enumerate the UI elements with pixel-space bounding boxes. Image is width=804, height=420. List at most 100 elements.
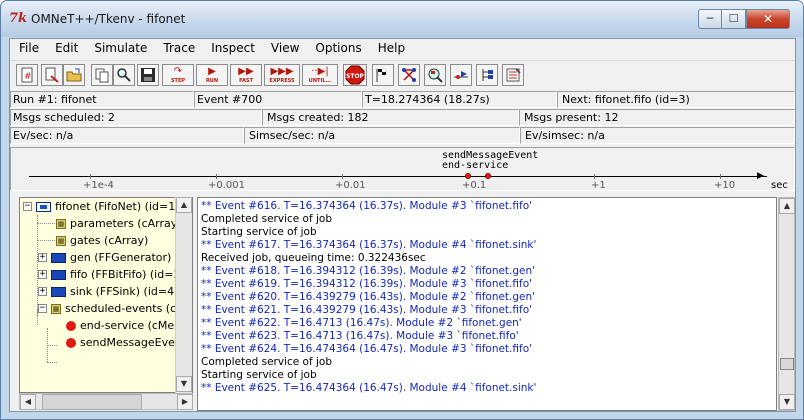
log-line: ** Event #616. T=16.374364 (16.37s). Mod… [201,200,533,212]
scroll-left-icon[interactable]: ◀ [20,394,36,410]
expand-toggle-icon[interactable]: + [38,287,47,296]
options-icon[interactable] [502,64,524,86]
array-icon: ▦ [51,303,61,314]
step-label: STEP [170,78,186,84]
find-icon[interactable] [113,64,135,86]
timeline[interactable]: sendMessageEvent end-service +1e-4 +0.00… [10,147,795,191]
tree-item-end-service[interactable]: end-service (cMessage) [66,317,192,334]
save-icon[interactable] [137,64,159,86]
array-icon: ▦ [56,235,66,246]
scroll-thumb[interactable] [42,394,142,410]
express-arrow-icon: ▶▶▶ [270,66,294,77]
tree-view-icon[interactable] [476,64,498,86]
open-folder-icon[interactable] [63,64,85,86]
collapse-toggle-icon[interactable]: − [38,304,47,313]
scroll-down-icon[interactable]: ▼ [779,394,795,410]
timeline-icon[interactable] [450,64,472,86]
tree-item-label: fifo (FFBitFifo) (id=3) [70,268,185,281]
window-title: OMNeT++/Tkenv - fifonet [31,12,186,26]
tree-item-fifonet[interactable]: − fifonet (FifoNet) (id=1) [23,198,180,215]
timeline-axis [29,176,767,177]
module-icon [51,286,66,297]
copy-icon[interactable] [91,64,113,86]
run-button[interactable]: ▶ RUN [196,64,228,86]
timeline-tick [90,174,91,179]
menu-help[interactable]: Help [370,39,413,58]
log-vertical-scrollbar[interactable]: ▲ ▼ [778,197,795,411]
menu-inspect[interactable]: Inspect [203,39,263,58]
object-tree-icon[interactable] [424,64,446,86]
timeline-tick-label: +0.1 [462,180,487,191]
menu-simulate[interactable]: Simulate [86,39,155,58]
events-per-simsec: Ev/simsec: n/a [520,127,795,144]
tree-item-label: fifonet (FifoNet) (id=1) [55,200,180,213]
tree-item-label: gates (cArray) [70,234,149,247]
timeline-event-label[interactable]: end-service [442,160,508,171]
tree-item-gen[interactable]: + gen (FFGenerator) [38,249,171,266]
menu-trace[interactable]: Trace [155,39,203,58]
network-inspect-icon[interactable] [398,64,420,86]
toolbar: # ↷ STEP ▶ RUN ▶▶ FAST ▶▶▶ EXPRESS ··▶| … [10,60,795,88]
expand-toggle-icon[interactable]: + [38,270,47,279]
title-bar[interactable]: 7k OMNeT++/Tkenv - fifonet ─ ☐ ✕ [1,1,803,37]
close-button[interactable]: ✕ [746,9,790,29]
tree-item-gates[interactable]: ▦ gates (cArray) [56,232,148,249]
tree-vertical-scrollbar[interactable]: ▲ ▼ [175,197,192,393]
timeline-event-marker[interactable] [485,173,491,179]
new-run-icon[interactable]: # [16,64,38,86]
msgs-scheduled: Msgs scheduled: 2 [10,109,262,126]
object-tree[interactable]: − fifonet (FifoNet) (id=1) ▦ parameters … [19,197,193,393]
load-ned-icon[interactable] [41,64,63,86]
scroll-right-icon[interactable]: ▶ [177,394,193,410]
tree-item-fifo[interactable]: + fifo (FFBitFifo) (id=3) [38,266,185,283]
scroll-up-icon[interactable]: ▲ [779,198,795,214]
stop-button[interactable]: STOP [343,64,367,86]
express-label: EXPRESS [269,78,295,84]
simulation-time: T=18.274364 (18.27s) [362,91,557,108]
menu-file[interactable]: File [10,39,47,58]
tree-item-label: sink (FFSink) (id=4) [70,285,179,298]
tree-item-scheduled-events[interactable]: − ▦ scheduled-events (cMessageHeap) [38,300,192,317]
menu-options[interactable]: Options [307,39,369,58]
log-line: ** Event #623. T=16.4713 (16.47s). Modul… [201,330,519,342]
fast-label: FAST [239,78,253,84]
omnet-app-icon[interactable]: 7k [9,11,27,27]
msgs-created: Msgs created: 182 [262,109,519,126]
timeline-tick [594,174,595,179]
tree-item-sink[interactable]: + sink (FFSink) (id=4) [38,283,178,300]
event-log[interactable]: ** Event #616. T=16.374364 (16.37s). Mod… [197,197,777,411]
express-button[interactable]: ▶▶▶ EXPRESS [264,64,300,86]
network-icon [36,201,51,212]
log-line: ** Event #624. T=16.474364 (16.47s). Mod… [201,343,533,355]
scroll-thumb[interactable] [780,358,794,370]
stop-sign-icon: STOP [345,65,365,85]
scroll-down-icon[interactable]: ▼ [176,376,192,392]
log-line: Starting service of job [201,226,317,238]
log-line: Received job, queueing time: 0.322436sec [201,252,426,264]
client-area: File Edit Simulate Trace Inspect View Op… [9,38,796,412]
step-button[interactable]: ↷ STEP [162,64,194,86]
fast-button[interactable]: ▶▶ FAST [230,64,262,86]
timeline-unit: sec [771,180,788,191]
timeline-tick [216,174,217,179]
menu-edit[interactable]: Edit [47,39,86,58]
maximize-button[interactable]: ☐ [722,9,746,29]
timeline-event-marker[interactable] [465,173,471,179]
scroll-up-icon[interactable]: ▲ [176,197,192,213]
event-number: Event #700 [194,91,362,108]
tree-item-parameters[interactable]: ▦ parameters (cArray) [56,215,182,232]
finish-flag-icon[interactable] [372,64,394,86]
until-label: UNTIL... [308,78,332,84]
collapse-toggle-icon[interactable]: − [23,202,32,211]
menu-view[interactable]: View [263,39,307,58]
expand-toggle-icon[interactable]: + [38,253,47,262]
simsec-per-sec: Simsec/sec: n/a [244,127,520,144]
tree-horizontal-scrollbar[interactable]: ◀ ▶ [19,393,193,410]
log-line: ** Event #621. T=16.439279 (16.43s). Mod… [201,304,533,316]
until-button[interactable]: ··▶| UNTIL... [302,64,338,86]
log-line: ** Event #617. T=16.374364 (16.37s). Mod… [201,239,537,251]
timeline-tick [720,174,721,179]
next-event-module: Next: fifonet.fifo (id=3) [557,91,795,108]
minimize-button[interactable]: ─ [698,9,722,29]
tree-item-send-message-event[interactable]: sendMessageEvent (cMessage) [66,334,192,351]
